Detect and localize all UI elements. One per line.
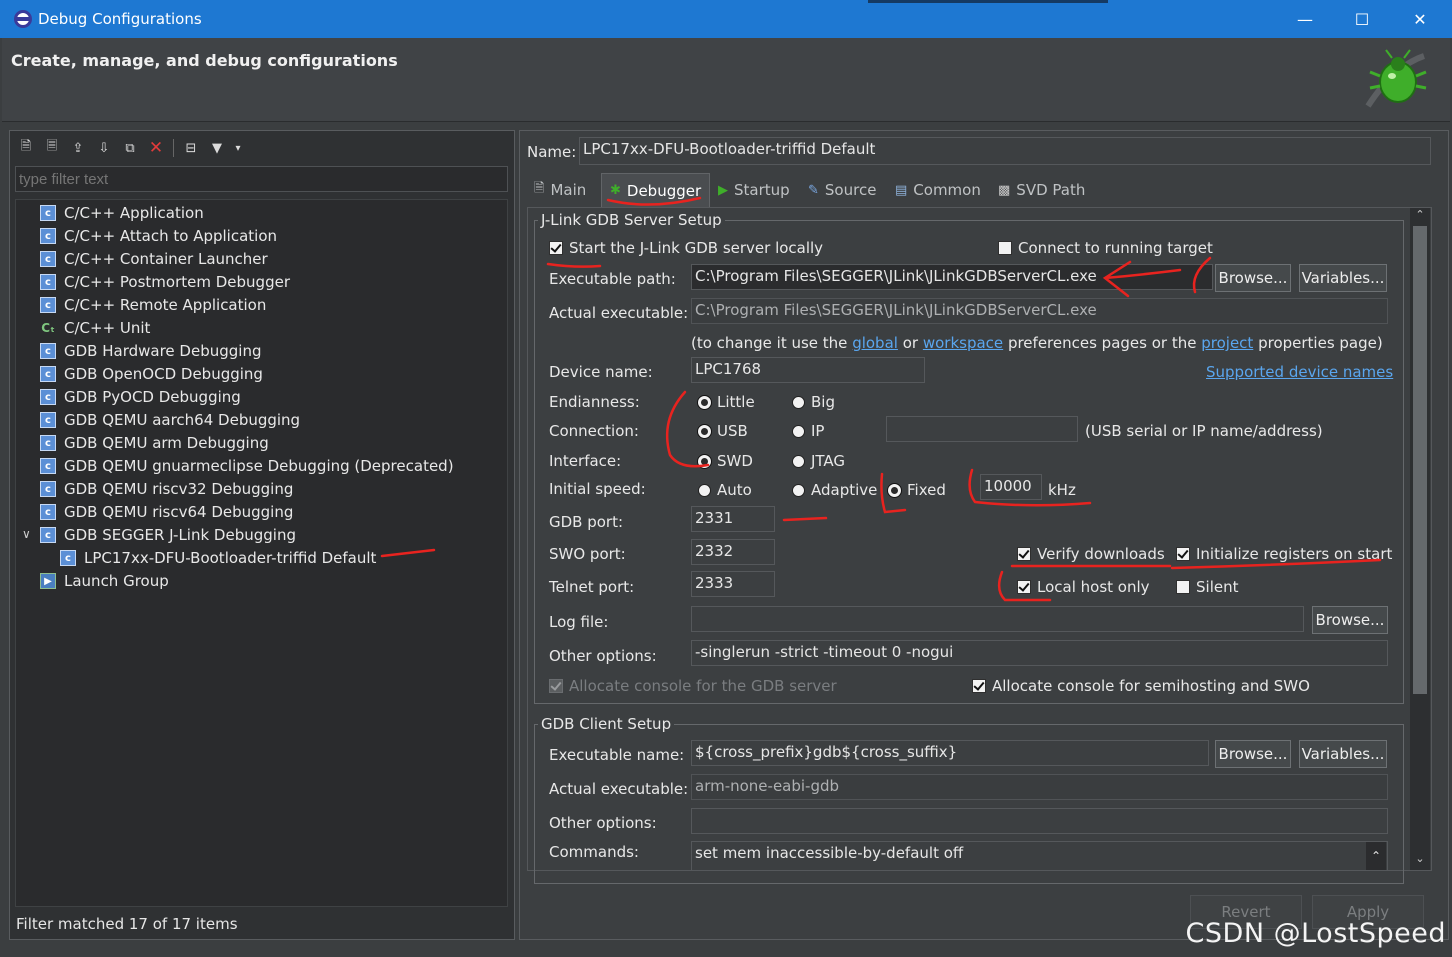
- watermark: CSDN @LostSpeed: [1185, 918, 1446, 949]
- annotation-arrow: [1102, 260, 1182, 298]
- annotation-bracket: [1192, 256, 1212, 294]
- annotation-bracket: [665, 390, 710, 468]
- annotation-underline: [546, 262, 602, 268]
- annotation-underline: [782, 516, 828, 522]
- annotation-underline: [997, 570, 1052, 602]
- annotation-underline: [1170, 558, 1382, 570]
- annotation-bracket: [880, 472, 907, 514]
- annotation-underline: [380, 548, 436, 558]
- annotation-underline: [606, 196, 702, 206]
- annotation-underline: [968, 468, 1092, 507]
- annotation-overlay: [380, 196, 1382, 602]
